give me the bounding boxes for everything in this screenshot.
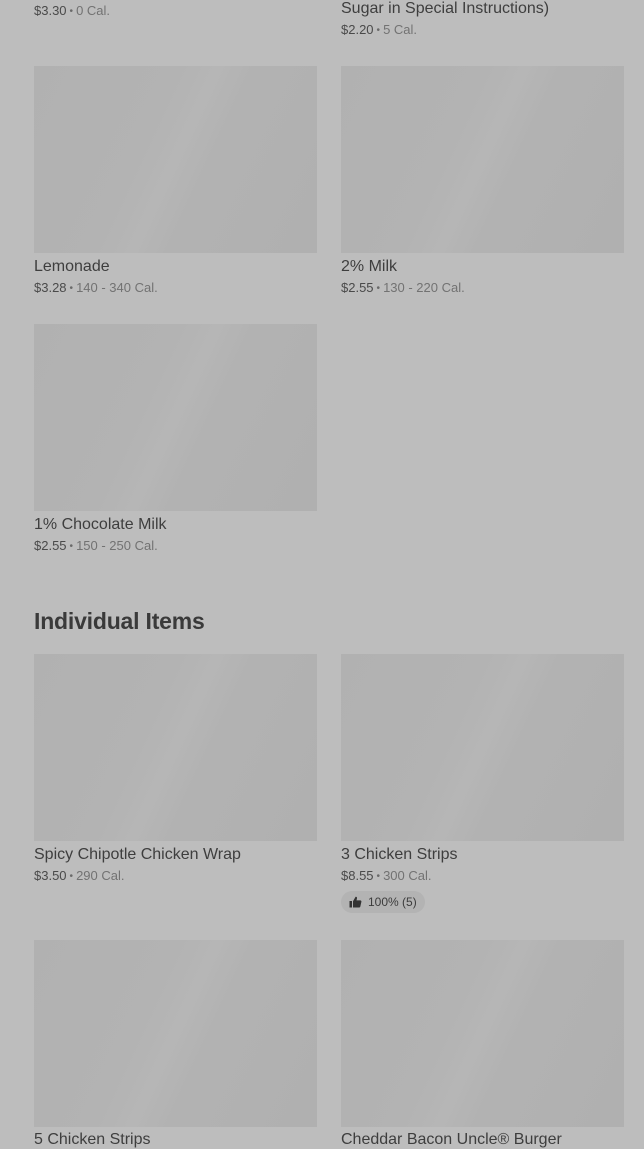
item-meta: $2.20 • 5 Cal. bbox=[341, 22, 549, 39]
item-image-placeholder bbox=[34, 940, 317, 1127]
item-calories: 150 - 250 Cal. bbox=[76, 538, 158, 553]
menu-item-card[interactable]: Spicy Chipotle Chicken Wrap $3.50 • 290 Ca… bbox=[34, 654, 317, 885]
item-image-placeholder bbox=[341, 654, 624, 841]
separator: • bbox=[69, 283, 74, 294]
item-image-placeholder bbox=[341, 940, 624, 1127]
item-price: $8.55 bbox=[341, 868, 374, 883]
item-name: Cheddar Bacon Uncle® Burger bbox=[341, 1131, 562, 1148]
section-title: Individual Items bbox=[34, 608, 205, 634]
menu-item-card[interactable]: 2% Milk $2.55 • 130 - 220 Cal. bbox=[341, 66, 624, 297]
separator: • bbox=[69, 541, 74, 552]
menu-item-card[interactable]: 5 Chicken Strips bbox=[34, 940, 317, 1149]
item-name: Sugar in Special Instructions) bbox=[341, 0, 550, 17]
separator: • bbox=[69, 871, 74, 882]
item-meta: $3.28 • 140 - 340 Cal. bbox=[34, 280, 317, 297]
item-name: Lemonade bbox=[34, 258, 110, 275]
item-image-placeholder bbox=[34, 324, 317, 511]
item-calories: 140 - 340 Cal. bbox=[76, 280, 158, 295]
thumbs-up-icon bbox=[349, 896, 362, 908]
item-calories: 290 Cal. bbox=[76, 868, 125, 883]
rating-badge: 100% (5) bbox=[341, 891, 425, 913]
rating-text: 100% (5) bbox=[368, 895, 417, 909]
item-price: $2.55 bbox=[341, 280, 374, 295]
item-image-placeholder bbox=[341, 66, 624, 253]
menu-item-card[interactable]: 3 Chicken Strips $8.55 • 300 Cal. 100% (5) bbox=[341, 654, 624, 913]
item-calories: 300 Cal. bbox=[383, 868, 432, 883]
item-price: $3.30 bbox=[34, 3, 67, 18]
item-price: $2.20 bbox=[341, 22, 374, 37]
separator: • bbox=[376, 871, 381, 882]
separator: • bbox=[376, 283, 381, 294]
item-name: 5 Chicken Strips bbox=[34, 1131, 151, 1148]
item-image-placeholder bbox=[34, 654, 317, 841]
separator: • bbox=[69, 6, 74, 17]
item-name: 1% Chocolate Milk bbox=[34, 516, 167, 533]
item-name: 3 Chicken Strips bbox=[341, 846, 458, 863]
menu-item-card[interactable]: Cheddar Bacon Uncle® Burger bbox=[341, 940, 624, 1149]
item-image-placeholder bbox=[34, 66, 317, 253]
item-name: 2% Milk bbox=[341, 258, 398, 275]
separator: • bbox=[376, 25, 381, 36]
item-meta: $3.50 • 290 Cal. bbox=[34, 868, 317, 885]
menu-item-card[interactable]: Lemonade $3.28 • 140 - 340 Cal. bbox=[34, 66, 317, 297]
item-meta: $8.55 • 300 Cal. bbox=[341, 868, 624, 885]
item-meta: $2.55 • 150 - 250 Cal. bbox=[34, 538, 317, 555]
menu-item-partial-left[interactable]: $3.30 • 0 Cal. bbox=[34, 3, 110, 20]
menu-page: $3.30 • 0 Cal. Sugar in Special Instructio… bbox=[0, 0, 644, 1148]
item-calories: 5 Cal. bbox=[383, 22, 418, 37]
menu-item-partial-right[interactable]: Sugar in Special Instructions) $2.20 • 5 C… bbox=[341, 0, 549, 39]
menu-item-card[interactable]: 1% Chocolate Milk $2.55 • 150 - 250 Cal. bbox=[34, 324, 317, 555]
item-price: $3.50 bbox=[34, 868, 67, 883]
item-meta: $2.55 • 130 - 220 Cal. bbox=[341, 280, 624, 297]
item-name: Spicy Chipotle Chicken Wrap bbox=[34, 846, 241, 863]
item-calories: 0 Cal. bbox=[76, 3, 111, 18]
item-calories: 130 - 220 Cal. bbox=[383, 280, 465, 295]
item-price: $3.28 bbox=[34, 280, 67, 295]
item-price: $2.55 bbox=[34, 538, 67, 553]
item-meta: $3.30 • 0 Cal. bbox=[34, 3, 110, 20]
